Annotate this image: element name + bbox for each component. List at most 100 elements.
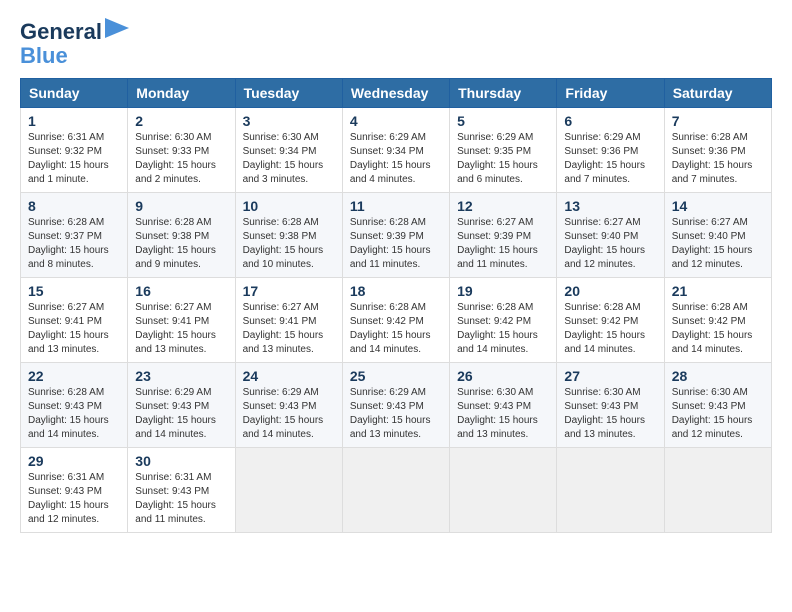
cell-details: Sunrise: 6:29 AMSunset: 9:35 PMDaylight:… xyxy=(457,131,549,187)
cell-details: Sunrise: 6:28 AMSunset: 9:36 PMDaylight:… xyxy=(672,131,764,187)
day-number: 4 xyxy=(350,113,442,129)
cell-details: Sunrise: 6:28 AMSunset: 9:42 PMDaylight:… xyxy=(564,301,656,357)
cell-details: Sunrise: 6:30 AMSunset: 9:43 PMDaylight:… xyxy=(564,386,656,442)
calendar-cell: 14 Sunrise: 6:27 AMSunset: 9:40 PMDayligh… xyxy=(664,193,771,278)
cell-details: Sunrise: 6:31 AMSunset: 9:32 PMDaylight:… xyxy=(28,131,120,187)
cell-details: Sunrise: 6:29 AMSunset: 9:34 PMDaylight:… xyxy=(350,131,442,187)
day-number: 2 xyxy=(135,113,227,129)
cell-details: Sunrise: 6:29 AMSunset: 9:43 PMDaylight:… xyxy=(135,386,227,442)
logo-text-line1: General xyxy=(20,20,102,44)
day-number: 22 xyxy=(28,368,120,384)
cell-details: Sunrise: 6:29 AMSunset: 9:43 PMDaylight:… xyxy=(350,386,442,442)
day-number: 21 xyxy=(672,283,764,299)
calendar-cell: 15 Sunrise: 6:27 AMSunset: 9:41 PMDayligh… xyxy=(21,278,128,363)
cell-details: Sunrise: 6:30 AMSunset: 9:43 PMDaylight:… xyxy=(457,386,549,442)
logo: General Blue xyxy=(20,20,129,68)
calendar-cell: 12 Sunrise: 6:27 AMSunset: 9:39 PMDayligh… xyxy=(450,193,557,278)
day-number: 13 xyxy=(564,198,656,214)
calendar-cell xyxy=(664,448,771,533)
cell-details: Sunrise: 6:28 AMSunset: 9:39 PMDaylight:… xyxy=(350,216,442,272)
day-number: 5 xyxy=(457,113,549,129)
calendar-cell: 18Sunrise: 6:28 AMSunset: 9:42 PMDayligh… xyxy=(342,278,449,363)
day-number: 8 xyxy=(28,198,120,214)
day-number: 29 xyxy=(28,453,120,469)
cell-details: Sunrise: 6:27 AMSunset: 9:39 PMDaylight:… xyxy=(457,216,549,272)
calendar-cell xyxy=(235,448,342,533)
page-header: General Blue xyxy=(20,20,772,68)
calendar-cell: 22 Sunrise: 6:28 AMSunset: 9:43 PMDayligh… xyxy=(21,363,128,448)
calendar-header-friday: Friday xyxy=(557,79,664,108)
day-number: 19 xyxy=(457,283,549,299)
calendar-cell xyxy=(342,448,449,533)
day-number: 25 xyxy=(350,368,442,384)
calendar-header-row: SundayMondayTuesdayWednesdayThursdayFrid… xyxy=(21,79,772,108)
calendar-cell: 7 Sunrise: 6:28 AMSunset: 9:36 PMDaylight… xyxy=(664,108,771,193)
cell-details: Sunrise: 6:27 AMSunset: 9:41 PMDaylight:… xyxy=(243,301,335,357)
calendar-header-monday: Monday xyxy=(128,79,235,108)
calendar-cell: 1 Sunrise: 6:31 AMSunset: 9:32 PMDaylight… xyxy=(21,108,128,193)
calendar-cell: 9 Sunrise: 6:28 AMSunset: 9:38 PMDaylight… xyxy=(128,193,235,278)
day-number: 1 xyxy=(28,113,120,129)
cell-details: Sunrise: 6:27 AMSunset: 9:40 PMDaylight:… xyxy=(564,216,656,272)
calendar-cell: 19 Sunrise: 6:28 AMSunset: 9:42 PMDayligh… xyxy=(450,278,557,363)
cell-details: Sunrise: 6:31 AMSunset: 9:43 PMDaylight:… xyxy=(28,471,120,527)
cell-details: Sunrise: 6:28 AMSunset: 9:43 PMDaylight:… xyxy=(28,386,120,442)
cell-details: Sunrise: 6:27 AMSunset: 9:40 PMDaylight:… xyxy=(672,216,764,272)
calendar-cell: 11 Sunrise: 6:28 AMSunset: 9:39 PMDayligh… xyxy=(342,193,449,278)
calendar-cell: 2 Sunrise: 6:30 AMSunset: 9:33 PMDaylight… xyxy=(128,108,235,193)
day-number: 14 xyxy=(672,198,764,214)
day-number: 24 xyxy=(243,368,335,384)
calendar-week-row: 29 Sunrise: 6:31 AMSunset: 9:43 PMDayligh… xyxy=(21,448,772,533)
cell-details: Sunrise: 6:31 AMSunset: 9:43 PMDaylight:… xyxy=(135,471,227,527)
calendar-week-row: 8 Sunrise: 6:28 AMSunset: 9:37 PMDaylight… xyxy=(21,193,772,278)
calendar-cell: 4 Sunrise: 6:29 AMSunset: 9:34 PMDaylight… xyxy=(342,108,449,193)
calendar-cell: 5 Sunrise: 6:29 AMSunset: 9:35 PMDaylight… xyxy=(450,108,557,193)
day-number: 6 xyxy=(564,113,656,129)
day-number: 11 xyxy=(350,198,442,214)
logo-text-line2: Blue xyxy=(20,43,68,68)
day-number: 9 xyxy=(135,198,227,214)
calendar-table: SundayMondayTuesdayWednesdayThursdayFrid… xyxy=(20,78,772,533)
calendar-week-row: 15 Sunrise: 6:27 AMSunset: 9:41 PMDayligh… xyxy=(21,278,772,363)
day-number: 27 xyxy=(564,368,656,384)
day-number: 3 xyxy=(243,113,335,129)
cell-details: Sunrise: 6:27 AMSunset: 9:41 PMDaylight:… xyxy=(28,301,120,357)
calendar-cell: 30 Sunrise: 6:31 AMSunset: 9:43 PMDayligh… xyxy=(128,448,235,533)
day-number: 30 xyxy=(135,453,227,469)
cell-details: Sunrise: 6:28 AMSunset: 9:42 PMDaylight:… xyxy=(457,301,549,357)
cell-details: Sunrise: 6:28 AMSunset: 9:38 PMDaylight:… xyxy=(135,216,227,272)
day-number: 20 xyxy=(564,283,656,299)
day-number: 16 xyxy=(135,283,227,299)
calendar-cell: 21 Sunrise: 6:28 AMSunset: 9:42 PMDayligh… xyxy=(664,278,771,363)
calendar-header-tuesday: Tuesday xyxy=(235,79,342,108)
calendar-header-wednesday: Wednesday xyxy=(342,79,449,108)
calendar-cell: 16 Sunrise: 6:27 AMSunset: 9:41 PMDayligh… xyxy=(128,278,235,363)
calendar-cell xyxy=(450,448,557,533)
calendar-cell: 25 Sunrise: 6:29 AMSunset: 9:43 PMDayligh… xyxy=(342,363,449,448)
day-number: 7 xyxy=(672,113,764,129)
cell-details: Sunrise: 6:28 AMSunset: 9:37 PMDaylight:… xyxy=(28,216,120,272)
calendar-cell: 13 Sunrise: 6:27 AMSunset: 9:40 PMDayligh… xyxy=(557,193,664,278)
day-number: 28 xyxy=(672,368,764,384)
calendar-cell: 23 Sunrise: 6:29 AMSunset: 9:43 PMDayligh… xyxy=(128,363,235,448)
calendar-cell xyxy=(557,448,664,533)
calendar-cell: 20 Sunrise: 6:28 AMSunset: 9:42 PMDayligh… xyxy=(557,278,664,363)
calendar-cell: 24Sunrise: 6:29 AMSunset: 9:43 PMDayligh… xyxy=(235,363,342,448)
calendar-header-thursday: Thursday xyxy=(450,79,557,108)
cell-details: Sunrise: 6:28 AMSunset: 9:42 PMDaylight:… xyxy=(672,301,764,357)
cell-details: Sunrise: 6:27 AMSunset: 9:41 PMDaylight:… xyxy=(135,301,227,357)
day-number: 15 xyxy=(28,283,120,299)
calendar-cell: 8 Sunrise: 6:28 AMSunset: 9:37 PMDaylight… xyxy=(21,193,128,278)
day-number: 12 xyxy=(457,198,549,214)
cell-details: Sunrise: 6:28 AMSunset: 9:38 PMDaylight:… xyxy=(243,216,335,272)
cell-details: Sunrise: 6:29 AMSunset: 9:36 PMDaylight:… xyxy=(564,131,656,187)
calendar-cell: 17 Sunrise: 6:27 AMSunset: 9:41 PMDayligh… xyxy=(235,278,342,363)
calendar-cell: 26Sunrise: 6:30 AMSunset: 9:43 PMDayligh… xyxy=(450,363,557,448)
calendar-cell: 10Sunrise: 6:28 AMSunset: 9:38 PMDayligh… xyxy=(235,193,342,278)
day-number: 17 xyxy=(243,283,335,299)
calendar-header-saturday: Saturday xyxy=(664,79,771,108)
calendar-cell: 3 Sunrise: 6:30 AMSunset: 9:34 PMDaylight… xyxy=(235,108,342,193)
cell-details: Sunrise: 6:30 AMSunset: 9:34 PMDaylight:… xyxy=(243,131,335,187)
day-number: 23 xyxy=(135,368,227,384)
cell-details: Sunrise: 6:30 AMSunset: 9:33 PMDaylight:… xyxy=(135,131,227,187)
